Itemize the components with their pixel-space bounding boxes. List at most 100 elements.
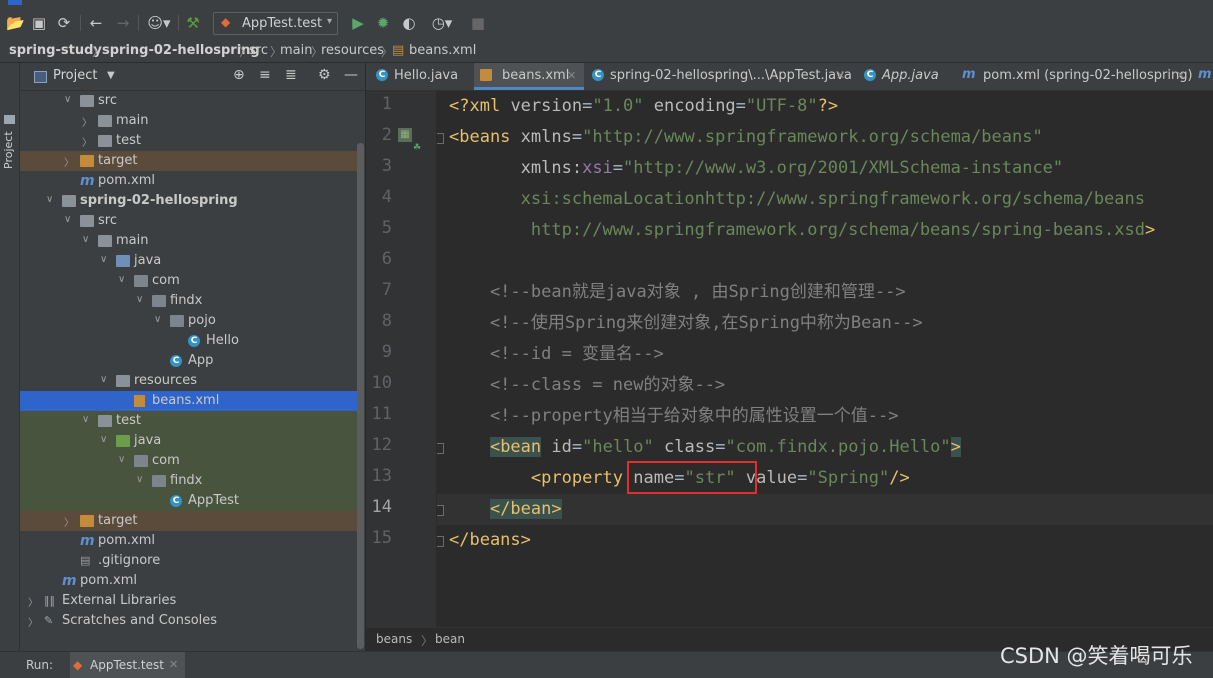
hide-icon[interactable]: — xyxy=(344,67,358,83)
sync-icon[interactable]: ⟳ xyxy=(55,14,73,32)
code-line[interactable]: </beans></beans> xyxy=(449,525,531,556)
tab-apptest-java[interactable]: C spring-02-hellospring\...\AppTest.java… xyxy=(592,63,854,90)
code-editor[interactable]: <?xml version="1.0" encoding="UTF-8"?><?… xyxy=(437,91,1213,627)
chevron-down-icon[interactable]: ∨ xyxy=(82,414,92,425)
close-icon[interactable]: ✕ xyxy=(567,69,576,82)
breadcrumb-project[interactable]: spring-study xyxy=(9,43,102,58)
editor-crumb-beans[interactable]: beans xyxy=(376,632,412,646)
fold-marker-icon[interactable] xyxy=(437,133,444,144)
tree-item-src[interactable]: ∨ src xyxy=(20,91,357,111)
chevron-down-icon[interactable]: ∨ xyxy=(118,454,128,465)
chevron-down-icon[interactable]: ∨ xyxy=(64,214,74,225)
tree-item-scratches-and-consoles[interactable]: 〉 ✎ Scratches and Consoles xyxy=(20,611,357,631)
gear-icon[interactable]: ⚙ xyxy=(318,67,331,83)
save-icon[interactable]: ▣ xyxy=(30,14,48,32)
run-icon[interactable]: ▶ xyxy=(349,14,367,32)
tree-item-beans-xml[interactable]: beans.xml xyxy=(20,391,357,411)
tree-item-pom-xml[interactable]: m pom.xml xyxy=(20,571,357,591)
coverage-icon[interactable]: ◐ xyxy=(400,14,418,32)
chevron-down-icon[interactable]: ∨ xyxy=(118,274,128,285)
code-line[interactable]: <!--使用Spring来创建对象,在Spring中称为Bean--> <!--… xyxy=(449,308,923,339)
breadcrumb-src[interactable]: src xyxy=(249,43,268,58)
tree-item-main[interactable]: ∨ main xyxy=(20,231,357,251)
code-line[interactable]: http://www.springframework.org/schema/be… xyxy=(449,215,1155,246)
debug-icon[interactable]: ✹ xyxy=(374,14,392,32)
tree-item-target[interactable]: 〉 target xyxy=(20,151,357,171)
tree-item-test[interactable]: 〉 test xyxy=(20,131,357,151)
chevron-down-icon[interactable]: ∨ xyxy=(154,314,164,325)
project-tool-icon[interactable] xyxy=(4,115,15,124)
breadcrumb-main[interactable]: main xyxy=(280,43,312,58)
code-line[interactable]: <bean id="hello" class="com.findx.pojo.H… xyxy=(449,432,961,463)
code-line[interactable]: </bean> </bean> xyxy=(449,494,562,525)
profile-icon[interactable]: ◷▾ xyxy=(427,14,457,32)
code-line[interactable]: xmlns:xsi="http://www.w3.org/2001/XMLSch… xyxy=(449,153,1064,184)
stop-icon[interactable]: ■ xyxy=(469,14,487,32)
expand-all-icon[interactable]: ≡ xyxy=(259,67,271,83)
chevron-down-icon[interactable]: ∨ xyxy=(100,434,110,445)
chevron-right-icon[interactable]: 〉 xyxy=(64,514,74,529)
tree-item-resources[interactable]: ∨ resources xyxy=(20,371,357,391)
breadcrumb-file[interactable]: beans.xml xyxy=(409,43,476,58)
chevron-right-icon[interactable]: 〉 xyxy=(82,114,92,129)
tree-item-external-libraries[interactable]: 〉 ‖‖ External Libraries xyxy=(20,591,357,611)
code-line[interactable]: <!--class = new的对象--> <!--class = new的对象… xyxy=(449,370,725,401)
editor-crumb-bean[interactable]: bean xyxy=(435,632,465,646)
close-icon[interactable]: ✕ xyxy=(836,69,845,82)
collapse-all-icon[interactable]: ≣ xyxy=(285,67,297,83)
tree-item-src[interactable]: ∨ src xyxy=(20,211,357,231)
fold-marker-icon[interactable] xyxy=(437,443,444,454)
tree-item-spring-02-hellospring[interactable]: ∨ spring-02-hellospring xyxy=(20,191,357,211)
run-config-selector[interactable]: ◆ AppTest.test ▾ xyxy=(213,12,338,35)
fold-marker-icon[interactable] xyxy=(437,536,444,547)
tree-item-hello[interactable]: C Hello xyxy=(20,331,357,351)
chevron-down-icon[interactable]: ∨ xyxy=(82,234,92,245)
project-tool-button[interactable]: Project xyxy=(2,131,15,169)
code-line[interactable]: <!--bean就是java对象 , 由Spring创建和管理--> <!--b… xyxy=(449,277,906,308)
tree-item-main[interactable]: 〉 main xyxy=(20,111,357,131)
chevron-right-icon[interactable]: 〉 xyxy=(82,134,92,149)
spring-bean-icon[interactable]: ▦ xyxy=(398,128,412,142)
tree-item-test[interactable]: ∨ test xyxy=(20,411,357,431)
tree-item-pojo[interactable]: ∨ pojo xyxy=(20,311,357,331)
code-line[interactable]: <?xml version="1.0" encoding="UTF-8"?><?… xyxy=(449,91,838,122)
code-line[interactable]: <!--property相当于给对象中的属性设置一个值--> <!--prope… xyxy=(449,401,899,432)
close-icon[interactable]: ✕ xyxy=(169,658,178,671)
chevron-down-icon[interactable]: ∨ xyxy=(64,94,74,105)
tab-beans-xml[interactable]: beans.xml ✕ xyxy=(474,63,584,90)
chevron-down-icon[interactable]: ∨ xyxy=(136,294,146,305)
code-line[interactable]: <!--id = 变量名--> <!--id = 变量名--> xyxy=(449,339,664,370)
tab-app-java[interactable]: C App.java xyxy=(864,63,954,90)
chevron-down-icon[interactable]: ∨ xyxy=(46,194,56,205)
tree-item-findx[interactable]: ∨ findx xyxy=(20,291,357,311)
build-icon[interactable]: ⚒ xyxy=(184,14,202,32)
breadcrumb-resources[interactable]: resources xyxy=(321,43,384,58)
code-line[interactable]: <beans xmlns="http://www.springframework… xyxy=(449,122,1043,153)
tree-item-com[interactable]: ∨ com xyxy=(20,271,357,291)
chevron-right-icon[interactable]: 〉 xyxy=(28,594,38,609)
tree-item-pom-xml[interactable]: m pom.xml xyxy=(20,171,357,191)
close-icon[interactable]: ✕ xyxy=(1176,69,1185,82)
user-icon[interactable]: ☺▾ xyxy=(146,14,172,32)
run-tab-apptest[interactable]: ◆ AppTest.test ✕ xyxy=(70,652,185,678)
back-icon[interactable]: ← xyxy=(87,14,105,32)
chevron-down-icon[interactable]: ∨ xyxy=(100,254,110,265)
tree-item-java[interactable]: ∨ java xyxy=(20,251,357,271)
chevron-down-icon[interactable]: ∨ xyxy=(136,474,146,485)
tree-item-apptest[interactable]: C AppTest xyxy=(20,491,357,511)
locate-icon[interactable]: ⊕ xyxy=(233,67,245,83)
tree-item-pom-xml[interactable]: m pom.xml xyxy=(20,531,357,551)
chevron-right-icon[interactable]: 〉 xyxy=(28,614,38,629)
open-icon[interactable]: 📂 xyxy=(6,14,25,32)
chevron-right-icon[interactable]: 〉 xyxy=(64,154,74,169)
tab-hello-java[interactable]: C Hello.java xyxy=(376,63,476,90)
tree-item-findx[interactable]: ∨ findx xyxy=(20,471,357,491)
project-view-selector[interactable]: Project xyxy=(53,68,97,83)
breadcrumb-module[interactable]: spring-02-hellospring xyxy=(102,43,260,58)
forward-icon[interactable]: → xyxy=(114,14,132,32)
tab-pom-xml[interactable]: m pom.xml (spring-02-hellospring) ✕ xyxy=(962,63,1194,90)
tab-more[interactable]: m xyxy=(1198,63,1213,90)
tree-item-com[interactable]: ∨ com xyxy=(20,451,357,471)
chevron-down-icon[interactable]: ∨ xyxy=(100,374,110,385)
code-line[interactable]: xsi:schemaLocationhttp://www.springframe… xyxy=(449,184,1145,215)
